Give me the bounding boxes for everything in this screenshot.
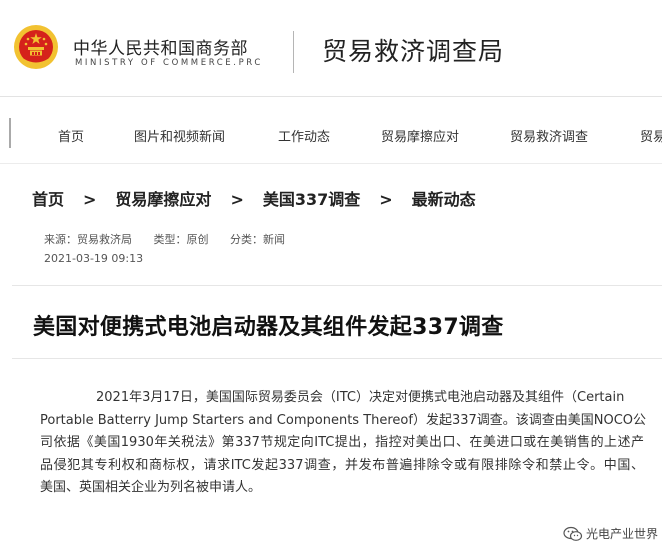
breadcrumb: 首页 > 贸易摩擦应对 > 美国337调查 > 最新动态 (32, 186, 476, 210)
article-title: 美国对便携式电池启动器及其组件发起337调查 (33, 315, 504, 340)
article-meta: 来源：贸易救济局 类型：原创 分类：新闻 (44, 231, 303, 247)
breadcrumb-latest-news[interactable]: 最新动态 (412, 190, 476, 209)
wechat-icon (563, 526, 583, 541)
national-emblem-icon[interactable] (13, 24, 59, 70)
breadcrumb-home[interactable]: 首页 (32, 190, 64, 209)
article-line: Portable Batterry Jump Starters and Comp… (40, 412, 647, 428)
article-line: 司依据《美国1930年关税法》第337节规定向ITC提出，指控对美出口、在美进口… (40, 435, 644, 450)
meta-divider-line (12, 285, 662, 286)
ministry-name-en[interactable]: MINISTRY OF COMMERCE.PRC (75, 58, 263, 68)
article-body: 2021年3月17日，美国国际贸易委员会（ITC）决定对便携式电池启动器及其组件… (40, 387, 647, 500)
nav-item-trade-friction[interactable]: 贸易摩擦应对 (381, 126, 459, 145)
bureau-name[interactable]: 贸易救济调查局 (322, 32, 504, 68)
breadcrumb-trade-friction[interactable]: 贸易摩擦应对 (115, 190, 211, 209)
nav-item-home[interactable]: 首页 (58, 126, 84, 145)
nav-item-trade-more[interactable]: 贸易 (640, 126, 662, 145)
nav-divider-line (0, 163, 662, 164)
title-divider-line (12, 358, 662, 359)
watermark: 光电产业世界 (563, 525, 658, 542)
breadcrumb-us-337[interactable]: 美国337调查 (263, 190, 360, 209)
meta-source: 来源：贸易救济局 (44, 233, 132, 246)
nav-item-trade-remedy[interactable]: 贸易救济调查 (510, 126, 588, 145)
meta-type: 类型：原创 (153, 233, 209, 246)
site-header: 中华人民共和国商务部 MINISTRY OF COMMERCE.PRC 贸易救济… (0, 0, 662, 96)
header-divider (293, 31, 294, 73)
nav-edge-bar (9, 118, 11, 148)
watermark-text: 光电产业世界 (585, 527, 658, 541)
nav-item-work-news[interactable]: 工作动态 (278, 126, 330, 145)
ministry-name-cn[interactable]: 中华人民共和国商务部 (73, 34, 248, 59)
meta-category: 分类：新闻 (230, 233, 285, 246)
article-line: 品侵犯其专利权和商标权，请求ITC发起337调查，并发布普遍排除令或有限排除令和… (40, 457, 644, 473)
breadcrumb-separator: > (83, 190, 97, 209)
meta-datetime: 2021-03-19 09:13 (44, 252, 144, 265)
article-line: 2021年3月17日，美国国际贸易委员会（ITC）决定对便携式电池启动器及其组件… (96, 390, 625, 405)
breadcrumb-separator: > (379, 190, 393, 209)
breadcrumb-separator: > (230, 190, 244, 209)
nav-item-photo-video-news[interactable]: 图片和视频新闻 (134, 126, 225, 145)
article-line: 美国、英国相关企业为列名被申请人。 (40, 480, 262, 495)
